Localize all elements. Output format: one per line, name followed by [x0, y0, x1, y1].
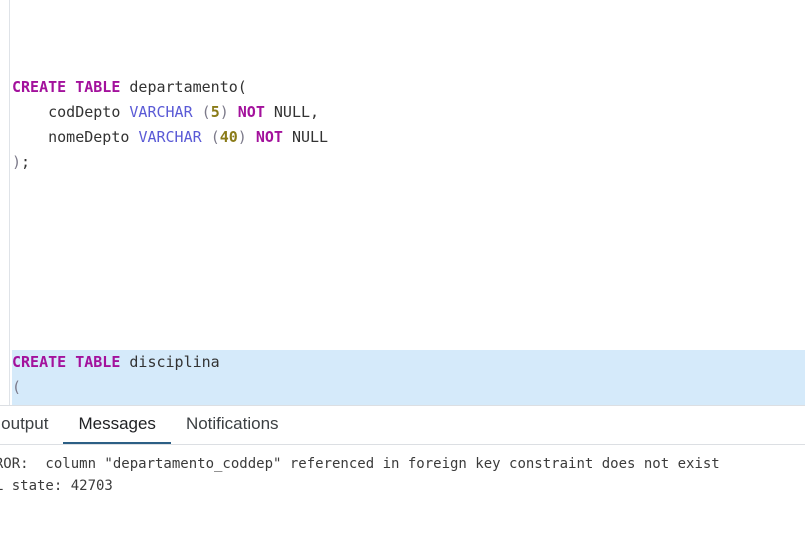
tab-a-output[interactable]: a output	[0, 406, 63, 444]
code-token: (	[210, 128, 220, 146]
code-line[interactable]: CREATE TABLE disciplina	[12, 350, 805, 375]
code-token: )	[219, 103, 229, 121]
messages-sqlstate-line: SQL state: 42703	[0, 478, 113, 494]
code-token: NULL	[282, 128, 329, 146]
code-line[interactable]: CREATE TABLE departamento(	[12, 75, 805, 100]
code-token: ;	[21, 153, 31, 171]
code-token: )	[12, 153, 22, 171]
code-token: departamento(	[120, 78, 247, 96]
tab-messages[interactable]: Messages	[63, 406, 171, 444]
tab-label: a output	[0, 414, 49, 433]
tab-notifications[interactable]: Notifications	[171, 406, 294, 444]
code-token: VARCHAR	[129, 103, 193, 121]
tab-label: Messages	[78, 414, 156, 433]
code-line[interactable]: codDepto VARCHAR (5) NOT NULL,	[12, 100, 805, 125]
code-token: TABLE	[75, 353, 121, 371]
messages-panel[interactable]: ERROR: column "departamento_coddep" refe…	[0, 445, 805, 549]
output-tabbar: a output Messages Notifications	[0, 405, 805, 445]
code-token: disciplina	[120, 353, 220, 371]
code-line[interactable]: (	[12, 375, 805, 400]
output-tabs: a output Messages Notifications	[0, 406, 805, 444]
sql-editor[interactable]: CREATE TABLE departamento( codDepto VARC…	[0, 0, 805, 405]
code-line[interactable]: nomeDepto VARCHAR (40) NOT NULL	[12, 125, 805, 150]
code-token: CREATE	[12, 353, 67, 371]
code-token: 40	[219, 128, 238, 146]
code-token: (	[12, 378, 22, 396]
code-token: NOT	[255, 128, 283, 146]
code-token: CREATE	[12, 78, 67, 96]
code-token: nomeDepto	[12, 128, 139, 146]
messages-error-line-1: ERROR: column "departamento_coddep" refe…	[0, 456, 720, 472]
editor-blank-line	[12, 250, 805, 275]
sql-statement-disciplina-selected[interactable]: CREATE TABLE disciplina( numDisc integer…	[12, 350, 805, 405]
code-token: NOT	[237, 103, 265, 121]
code-token: VARCHAR	[138, 128, 202, 146]
code-token: 5	[210, 103, 220, 121]
code-token: )	[237, 128, 247, 146]
sql-code-area[interactable]: CREATE TABLE departamento( codDepto VARC…	[12, 0, 805, 405]
sql-statement-departamento[interactable]: CREATE TABLE departamento( codDepto VARC…	[12, 75, 805, 175]
code-token: codDepto	[12, 103, 130, 121]
tab-label: Notifications	[185, 414, 279, 433]
code-token: NULL,	[264, 103, 320, 121]
code-token: (	[201, 103, 211, 121]
code-line[interactable]: );	[12, 150, 805, 175]
code-token: TABLE	[75, 78, 121, 96]
editor-gutter	[0, 0, 10, 405]
